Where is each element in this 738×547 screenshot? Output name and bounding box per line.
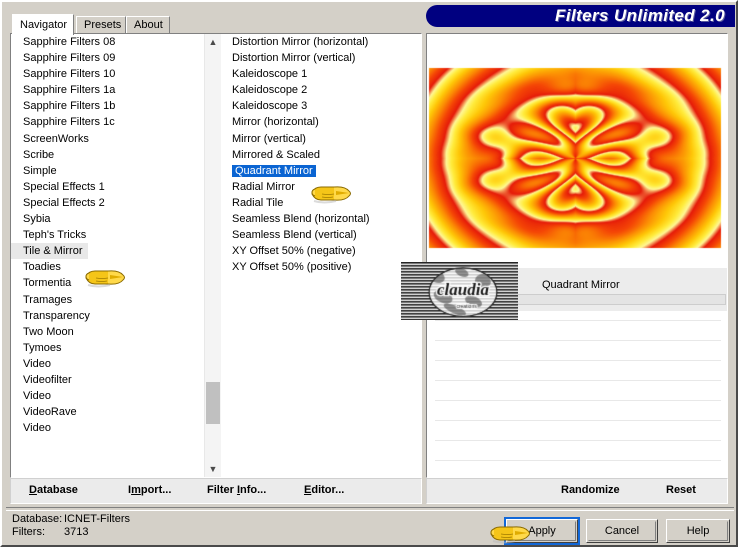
category-list-item[interactable]: Sapphire Filters 1a	[11, 82, 203, 98]
tab-about[interactable]: About	[126, 16, 170, 34]
help-button-label: Help	[686, 525, 710, 537]
status-divider	[6, 507, 734, 511]
database-toolbar: Database Import... Filter Info... Editor…	[10, 478, 422, 504]
tab-navigator[interactable]: Navigator	[12, 14, 74, 35]
filter-info-button-label: nfo...	[240, 484, 267, 496]
scroll-down-icon[interactable]: ▼	[205, 461, 221, 477]
parameter-separator	[435, 420, 721, 421]
category-list-item[interactable]: Tramages	[11, 292, 203, 308]
editor-button-label: ditor...	[311, 484, 345, 496]
parameter-separator	[435, 380, 721, 381]
parameter-separator	[435, 340, 721, 341]
parameter-area: Quadrant Mirror	[401, 262, 727, 477]
cancel-button[interactable]: Cancel	[586, 519, 658, 543]
preview-panel: Quadrant Mirror	[401, 33, 728, 478]
preview-actions-toolbar: Randomize Reset	[426, 478, 728, 504]
randomize-button[interactable]: Randomize	[561, 484, 620, 496]
filter-list-item[interactable]: Kaleidoscope 1	[222, 66, 422, 82]
filter-list-item[interactable]: Kaleidoscope 3	[222, 98, 422, 114]
editor-button[interactable]: Editor...	[304, 484, 344, 496]
tab-presets[interactable]: Presets	[76, 16, 126, 34]
filter-list-item[interactable]: XY Offset 50% (negative)	[222, 243, 422, 259]
category-list-item[interactable]: Sapphire Filters 1c	[11, 114, 203, 130]
category-list-item[interactable]: Sapphire Filters 08	[11, 34, 203, 50]
lists-panel: Sapphire Filters 08 Sapphire Filters 09 Sa…	[10, 33, 422, 478]
filter-list-item[interactable]: Kaleidoscope 2	[222, 82, 422, 98]
reset-button[interactable]: Reset	[666, 484, 696, 496]
tab-presets-label: Presets	[84, 19, 122, 31]
category-list-item[interactable]: Teph's Tricks	[11, 227, 203, 243]
category-list-item[interactable]: Sapphire Filters 10	[11, 66, 203, 82]
category-list-item[interactable]: Special Effects 2	[11, 195, 203, 211]
filter-preview-image[interactable]	[427, 66, 723, 250]
parameter-separator	[435, 400, 721, 401]
filter-list-item[interactable]: Seamless Blend (vertical)	[222, 227, 422, 243]
category-list-item[interactable]: ScreenWorks	[11, 131, 203, 147]
category-list-item[interactable]: Sapphire Filters 09	[11, 50, 203, 66]
filter-list-item[interactable]: Mirror (horizontal)	[222, 114, 422, 130]
parameter-title: Quadrant Mirror	[542, 279, 620, 291]
category-list-item[interactable]: Simple	[11, 163, 203, 179]
hand-cursor-filter	[311, 186, 351, 204]
scroll-up-icon[interactable]: ▲	[205, 34, 221, 50]
database-value: ICNET-Filters	[64, 513, 130, 525]
help-button[interactable]: Help	[666, 519, 730, 543]
parameter-separator	[435, 360, 721, 361]
category-list-item[interactable]: Video	[11, 388, 203, 404]
database-button[interactable]: Database	[29, 484, 78, 496]
category-list-item[interactable]: Tymoes	[11, 340, 203, 356]
category-list-item[interactable]: Sapphire Filters 1b	[11, 98, 203, 114]
category-list-item[interactable]: Videofilter	[11, 372, 203, 388]
title-banner: Filters Unlimited 2.0	[426, 5, 735, 27]
category-list-item[interactable]: Video	[11, 356, 203, 372]
category-list-item[interactable]: Video	[11, 420, 203, 436]
filter-list[interactable]: Distortion Mirror (horizontal) Distortion…	[222, 34, 422, 477]
category-list-item[interactable]: Two Moon	[11, 324, 203, 340]
tab-about-label: About	[134, 19, 163, 31]
category-list-item[interactable]: VideoRave	[11, 404, 203, 420]
filters-count-value: 3713	[64, 526, 89, 538]
parameter-separator	[435, 320, 721, 321]
filter-list-item[interactable]: Seamless Blend (horizontal)	[222, 211, 422, 227]
filter-list-item[interactable]: XY Offset 50% (positive)	[222, 259, 422, 275]
category-scrollbar[interactable]: ▲ ▼	[204, 34, 221, 477]
import-button-label: port...	[140, 484, 172, 496]
filters-unlimited-window: Filters Unlimited 2.0 Navigator Presets …	[0, 0, 738, 547]
import-button[interactable]: Import...	[128, 484, 171, 496]
category-list-item[interactable]: Sybia	[11, 211, 203, 227]
category-list[interactable]: Sapphire Filters 08 Sapphire Filters 09 Sa…	[11, 34, 203, 477]
filter-list-item[interactable]: Distortion Mirror (vertical)	[222, 50, 422, 66]
filter-list-item[interactable]: Mirrored & Scaled	[222, 147, 422, 163]
category-list-item[interactable]: Tile & Mirror	[11, 243, 89, 260]
filter-list-item[interactable]: Distortion Mirror (horizontal)	[222, 34, 422, 50]
category-list-item[interactable]: Scribe	[11, 147, 203, 163]
filter-thumbnail	[401, 262, 518, 320]
hand-cursor-apply	[490, 526, 530, 544]
filters-count-label: Filters:	[12, 526, 45, 538]
hand-cursor-category	[85, 270, 125, 288]
category-list-item[interactable]: Transparency	[11, 308, 203, 324]
filter-list-item[interactable]: Mirror (vertical)	[222, 131, 422, 147]
cancel-button-label: Cancel	[604, 525, 640, 537]
category-list-item[interactable]: Special Effects 1	[11, 179, 203, 195]
status-bar: Database: ICNET-Filters Filters: 3713	[12, 513, 130, 539]
filter-list-item[interactable]: Quadrant Mirror	[222, 163, 422, 179]
database-button-label: atabase	[36, 484, 78, 496]
parameter-separator	[435, 460, 721, 461]
filter-info-button[interactable]: Filter Info...	[207, 484, 266, 496]
window-title: Filters Unlimited 2.0	[555, 6, 725, 25]
database-label: Database:	[12, 513, 63, 525]
tab-navigator-label: Navigator	[20, 19, 68, 31]
parameter-separator	[435, 440, 721, 441]
scrollbar-thumb[interactable]	[206, 382, 220, 424]
